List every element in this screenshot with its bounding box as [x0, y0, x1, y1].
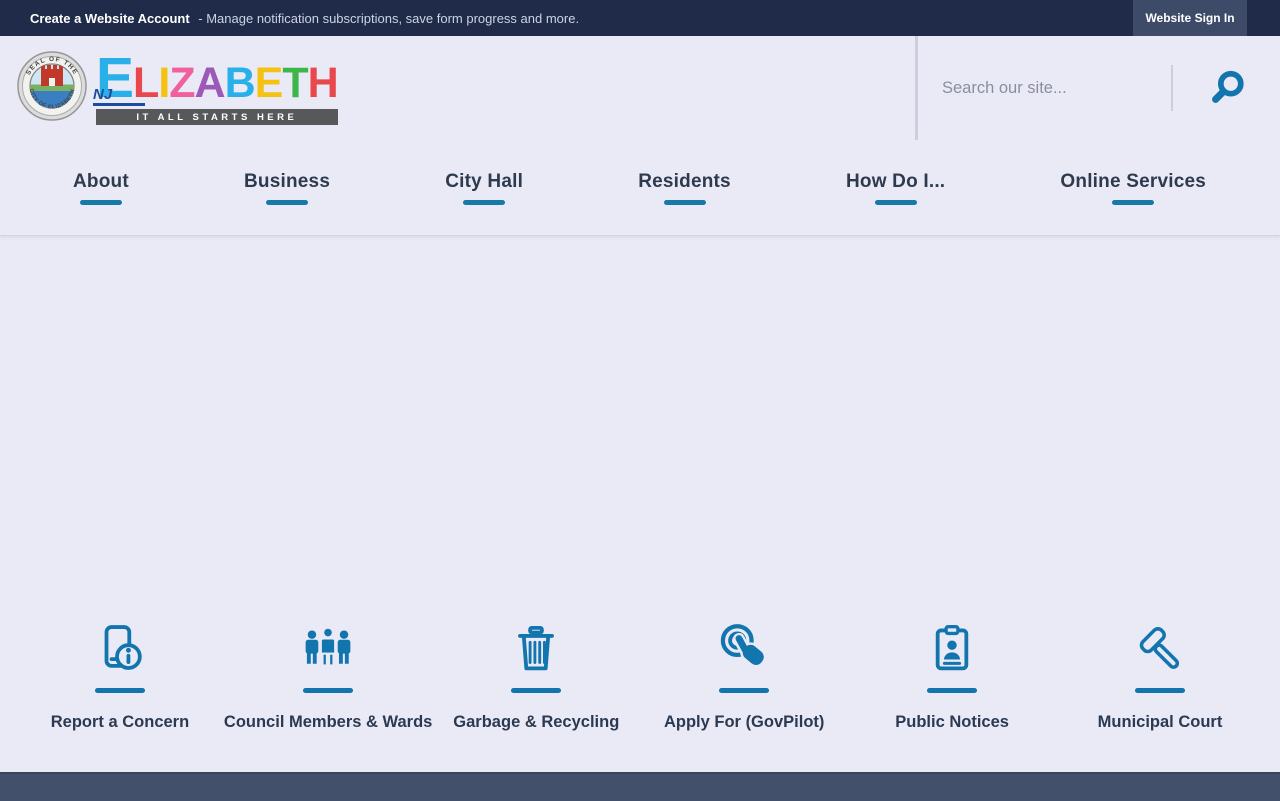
city-seal-image: SEAL OF THE CITY OF ELIZABETH	[17, 51, 87, 121]
search-icon	[1208, 69, 1246, 107]
quicklink-public-notices[interactable]: Public Notices	[848, 622, 1056, 732]
nav-underline	[266, 200, 308, 205]
nav-item-label: How Do I...	[846, 171, 945, 193]
quicklink-underline	[927, 688, 977, 693]
quicklink-underline	[511, 688, 561, 693]
quicklink-municipal-court[interactable]: Municipal Court	[1056, 622, 1264, 732]
city-seal: SEAL OF THE CITY OF ELIZABETH	[17, 51, 87, 126]
create-account-link[interactable]: Create a Website Account	[30, 11, 190, 26]
search-input[interactable]	[918, 78, 1171, 99]
logo-letters: ELIZABETH	[96, 51, 338, 105]
quicklink-apply-for-govpilot[interactable]: Apply For (GovPilot)	[640, 622, 848, 732]
logo-nj: NJ	[93, 86, 112, 103]
quicklink-underline	[303, 688, 353, 693]
quicklink-underline	[95, 688, 145, 693]
nav-item-how-do-i[interactable]: How Do I...	[846, 171, 945, 205]
logo-letter: E	[255, 63, 283, 104]
nav-item-business[interactable]: Business	[244, 171, 330, 205]
nav-item-online-services[interactable]: Online Services	[1060, 171, 1206, 205]
site-header: SEAL OF THE CITY OF ELIZABETH ELIZABETH …	[0, 36, 1280, 140]
search-area	[915, 36, 1280, 140]
footer	[0, 772, 1280, 801]
website-sign-in-button[interactable]: Website Sign In	[1133, 0, 1247, 36]
logo-tagline: IT ALL STARTS HERE	[96, 109, 338, 125]
nav-underline	[1112, 200, 1154, 205]
quicklinks: Report a Concern Council Members & Wards G…	[16, 622, 1264, 732]
logo-wordmark: ELIZABETH NJ IT ALL STARTS HERE	[96, 51, 338, 124]
nav-underline	[875, 200, 917, 205]
logo-letter: Z	[169, 63, 194, 104]
nav-underline	[664, 200, 706, 205]
nav-underline	[463, 200, 505, 205]
logo-letter: L	[133, 63, 158, 104]
nav-item-label: About	[73, 171, 129, 193]
nav-item-city-hall[interactable]: City Hall	[445, 171, 523, 205]
nav-item-label: Business	[244, 171, 330, 193]
logo-letter: H	[308, 63, 338, 104]
topbar-message-text: - Manage notification subscriptions, sav…	[198, 11, 579, 26]
quicklink-label: Apply For (GovPilot)	[664, 713, 824, 732]
quicklink-label: Report a Concern	[51, 713, 189, 732]
nav-item-label: City Hall	[445, 171, 523, 193]
trash-icon	[509, 622, 563, 676]
main-content: Report a Concern Council Members & Wards G…	[0, 236, 1280, 772]
site-logo[interactable]: SEAL OF THE CITY OF ELIZABETH ELIZABETH …	[17, 51, 338, 126]
quicklink-garbage-recycling[interactable]: Garbage & Recycling	[432, 622, 640, 732]
logo-nj-underline	[93, 103, 145, 106]
gavel-icon	[1133, 622, 1187, 676]
nav-item-label: Online Services	[1060, 171, 1206, 193]
search-button[interactable]	[1173, 68, 1280, 108]
quicklink-underline	[1135, 688, 1185, 693]
quicklink-underline	[719, 688, 769, 693]
logo-letter: A	[195, 63, 225, 104]
main-nav: About Business City Hall Residents How Do I.…	[0, 140, 1280, 236]
nav-item-residents[interactable]: Residents	[638, 171, 731, 205]
clipboard-person-icon	[925, 622, 979, 676]
quicklink-label: Municipal Court	[1098, 713, 1223, 732]
logo-letter: T	[282, 63, 307, 104]
nav-item-label: Residents	[638, 171, 731, 193]
quicklink-label: Public Notices	[895, 713, 1009, 732]
topbar: Create a Website Account - Manage notifi…	[0, 0, 1280, 36]
tap-icon	[717, 622, 771, 676]
nav-item-about[interactable]: About	[73, 171, 129, 205]
quicklink-label: Council Members & Wards	[224, 713, 432, 732]
topbar-message: Create a Website Account - Manage notifi…	[30, 11, 579, 26]
logo-letter: I	[158, 63, 169, 104]
phone-info-icon	[93, 622, 147, 676]
logo-letter: B	[225, 63, 255, 104]
quicklink-council-members-wards[interactable]: Council Members & Wards	[224, 622, 432, 732]
quicklink-label: Garbage & Recycling	[453, 713, 619, 732]
people-icon	[301, 622, 355, 676]
nav-underline	[80, 200, 122, 205]
quicklink-report-a-concern[interactable]: Report a Concern	[16, 622, 224, 732]
